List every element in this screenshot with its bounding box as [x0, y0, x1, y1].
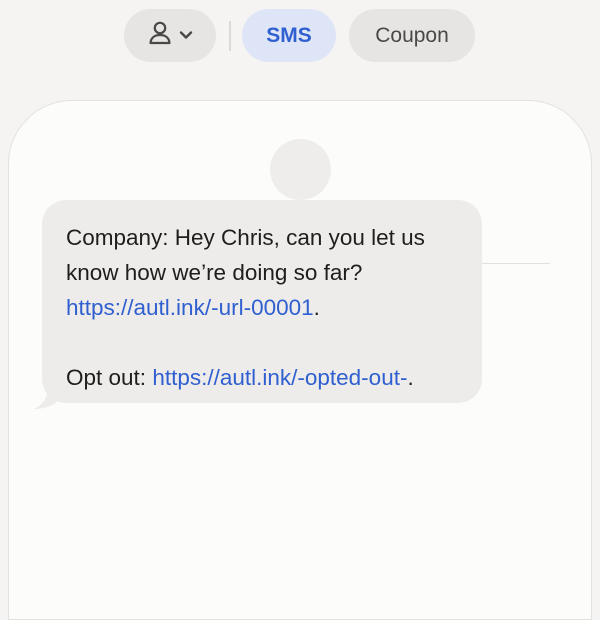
message-text: Company: Hey Chris, can you let us know …	[66, 225, 432, 285]
contact-dropdown-button[interactable]	[124, 9, 216, 62]
message-link[interactable]: https://autl.ink/-url-00001	[66, 295, 314, 320]
toolbar: SMS Coupon	[0, 9, 600, 63]
message-bubble: Company: Hey Chris, can you let us know …	[42, 200, 482, 403]
tab-sms[interactable]: SMS	[242, 9, 336, 62]
person-icon	[147, 20, 173, 51]
tab-coupon[interactable]: Coupon	[349, 9, 475, 62]
message-text: .	[407, 365, 414, 390]
opt-out-link[interactable]: https://autl.ink/-opted-out-	[152, 365, 407, 390]
chevron-down-icon	[179, 27, 193, 45]
contact-avatar-placeholder	[270, 139, 331, 200]
toolbar-divider	[229, 21, 231, 51]
